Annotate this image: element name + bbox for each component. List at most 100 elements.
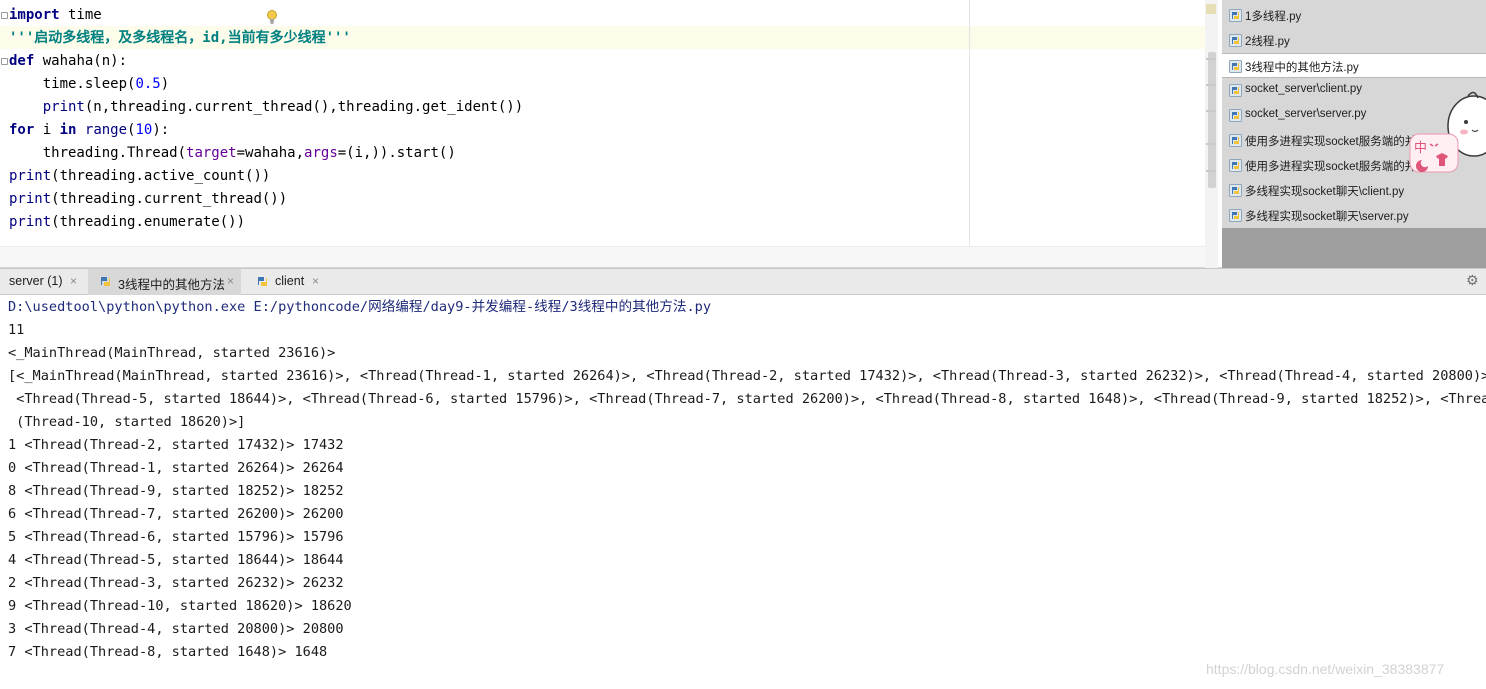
- recent-file-label: 使用多进程实现socket服务端的并发: [1245, 161, 1428, 173]
- python-file-icon: [1229, 60, 1242, 73]
- error-stripe-mark[interactable]: [1206, 84, 1216, 86]
- recent-file-label: 1多线程.py: [1245, 11, 1302, 23]
- code-line: print(threading.enumerate()): [9, 211, 245, 234]
- code-token: print: [9, 168, 52, 184]
- recent-file-label: socket_server\client.py: [1245, 83, 1362, 95]
- code-line: def wahaha(n):: [9, 50, 127, 73]
- console-output-line: 3 <Thread(Thread-4, started 20800)> 2080…: [8, 621, 344, 637]
- analysis-status-icon[interactable]: [1206, 4, 1216, 14]
- recent-file-item[interactable]: 2线程.py: [1222, 28, 1486, 53]
- console-output-line: 1 <Thread(Thread-2, started 17432)> 1743…: [8, 437, 344, 453]
- code-token: (threading.active_count()): [51, 168, 271, 184]
- recent-file-label: 多线程实现socket聊天\server.py: [1245, 211, 1409, 223]
- code-token: time: [59, 7, 102, 23]
- python-icon: [256, 275, 269, 288]
- scrollbar-thumb[interactable]: [1208, 52, 1216, 188]
- code-token: 10: [135, 122, 153, 138]
- right-margin-guide: [969, 0, 970, 246]
- gear-icon[interactable]: ⚙: [1466, 273, 1486, 291]
- python-file-icon: [1229, 184, 1242, 197]
- editor-status-strip: [0, 246, 1218, 267]
- run-console-output[interactable]: D:\usedtool\python\python.exe E:/pythonc…: [0, 295, 1486, 689]
- code-line: print(threading.current_thread()): [9, 188, 287, 211]
- code-token: args: [304, 145, 338, 161]
- recent-file-label: 使用多进程实现socket服务端的并发: [1245, 136, 1428, 148]
- run-tab-label: client: [275, 274, 305, 288]
- code-token: import: [9, 7, 60, 23]
- code-line: time.sleep(0.5): [9, 73, 169, 96]
- python-file-icon: [1229, 209, 1242, 222]
- recent-files-footer: [1222, 228, 1486, 268]
- console-output-line: 9 <Thread(Thread-10, started 18620)> 186…: [8, 598, 352, 614]
- python-file-icon: [1229, 34, 1242, 47]
- code-editor[interactable]: import time '''启动多线程，及多线程名，id,当前有多少线程''' d…: [0, 0, 1222, 268]
- mascot-label: 中: [1414, 141, 1427, 156]
- fold-marker-icon[interactable]: [1, 12, 8, 19]
- console-output-line: (Thread-10, started 18620)>]: [8, 414, 246, 430]
- recent-file-item[interactable]: 1多线程.py: [1222, 3, 1486, 28]
- run-tab[interactable]: 3线程中的其他方法 ×: [88, 269, 241, 295]
- error-stripe-mark[interactable]: [1206, 170, 1216, 172]
- error-stripe-mark[interactable]: [1206, 58, 1216, 60]
- python-file-icon: [1229, 109, 1242, 122]
- code-token: in: [59, 122, 77, 138]
- python-file-icon: [1229, 84, 1242, 97]
- code-line: print(n,threading.current_thread(),threa…: [9, 96, 523, 119]
- code-token: print: [9, 214, 52, 230]
- code-token: for: [9, 122, 35, 138]
- close-icon[interactable]: ×: [227, 274, 234, 288]
- close-icon[interactable]: ×: [312, 274, 319, 288]
- lightbulb-icon[interactable]: [266, 9, 278, 25]
- code-line: print(threading.active_count()): [9, 165, 270, 188]
- run-tab[interactable]: server (1) ×: [0, 269, 88, 295]
- run-tab-label: server (1): [9, 274, 63, 288]
- recent-file-label: 3线程中的其他方法.py: [1245, 62, 1359, 74]
- code-token: target: [186, 145, 237, 161]
- run-tab-label: 3线程中的其他方法: [118, 278, 225, 292]
- fold-marker-icon[interactable]: [1, 58, 8, 65]
- code-token: (threading.enumerate()): [51, 214, 246, 230]
- code-line: for i in range(10):: [9, 119, 169, 142]
- console-output-line: 2 <Thread(Thread-3, started 26232)> 2623…: [8, 575, 344, 591]
- code-token: def: [9, 53, 35, 69]
- recent-file-item[interactable]: 多线程实现socket聊天\server.py: [1222, 203, 1486, 228]
- code-token: 0.5: [135, 76, 161, 92]
- error-stripe-mark[interactable]: [1206, 143, 1216, 145]
- console-output-line: <_MainThread(MainThread, started 23616)>: [8, 345, 336, 361]
- code-token: ): [160, 76, 170, 92]
- code-line: threading.Thread(target=wahaha,args=(i,)…: [9, 142, 456, 165]
- console-output-line: <Thread(Thread-5, started 18644)>, <Thre…: [8, 391, 1486, 407]
- recent-file-item[interactable]: 多线程实现socket聊天\client.py: [1222, 178, 1486, 203]
- code-token: threading.Thread(: [9, 145, 187, 161]
- python-icon: [99, 275, 112, 288]
- code-token: =wahaha,: [236, 145, 305, 161]
- code-token: print: [42, 99, 85, 115]
- recent-file-label: socket_server\server.py: [1245, 108, 1367, 120]
- vertical-scrollbar[interactable]: [1205, 0, 1218, 268]
- error-stripe-mark[interactable]: [1206, 110, 1216, 112]
- code-token: '''启动多线程，及多线程名，id,当前有多少线程''': [9, 30, 351, 46]
- python-file-icon: [1229, 9, 1242, 22]
- code-token: wahaha(n):: [34, 53, 128, 69]
- mascot-sticker-icon: 中: [1409, 91, 1486, 173]
- python-file-icon: [1229, 134, 1242, 147]
- run-tool-window-tabs: server (1) × 3线程中的其他方法 × client × ⚙: [0, 268, 1486, 295]
- run-tab[interactable]: client ×: [241, 269, 327, 295]
- code-token: time.sleep(: [9, 76, 136, 92]
- watermark-text: https://blog.csdn.net/weixin_38383877: [1206, 661, 1445, 677]
- console-output-line: 6 <Thread(Thread-7, started 26200)> 2620…: [8, 506, 344, 522]
- recent-file-item[interactable]: 3线程中的其他方法.py: [1222, 53, 1486, 78]
- code-token: =(i,)).start(): [337, 145, 456, 161]
- console-command-line: D:\usedtool\python\python.exe E:/pythonc…: [8, 299, 711, 315]
- console-output-line: 0 <Thread(Thread-1, started 26264)> 2626…: [8, 460, 344, 476]
- recent-file-label: 2线程.py: [1245, 36, 1290, 48]
- code-token: (threading.current_thread()): [51, 191, 288, 207]
- python-file-icon: [1229, 159, 1242, 172]
- console-output-line: [<_MainThread(MainThread, started 23616)…: [8, 368, 1486, 384]
- close-icon[interactable]: ×: [70, 274, 77, 288]
- console-output-line: 4 <Thread(Thread-5, started 18644)> 1864…: [8, 552, 344, 568]
- code-token: i: [34, 122, 60, 138]
- console-output-line: 8 <Thread(Thread-9, started 18252)> 1825…: [8, 483, 344, 499]
